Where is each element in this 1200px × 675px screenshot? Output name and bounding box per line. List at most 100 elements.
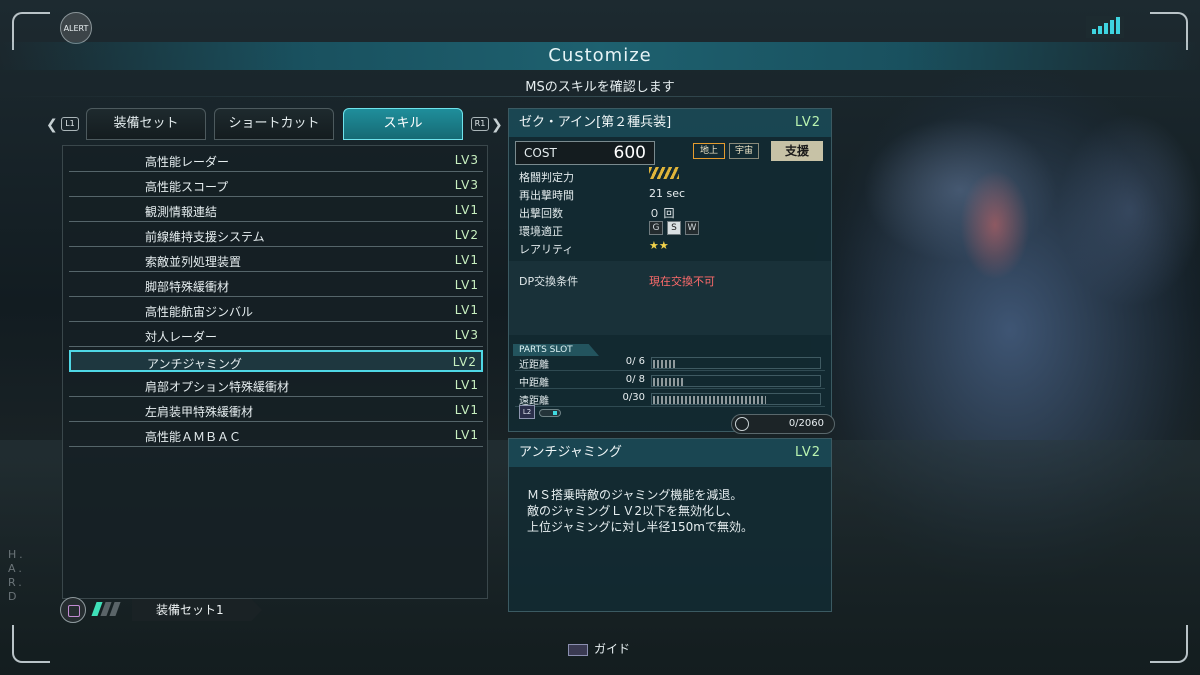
skill-name: 前線維持支援システム	[145, 230, 265, 244]
skill-name: アンチジャミング	[147, 357, 242, 371]
skill-row[interactable]: アンチジャミング LV2	[69, 350, 483, 372]
tab-next-arrow-icon[interactable]: ❯	[491, 117, 503, 133]
skill-level: LV1	[454, 403, 479, 417]
stat-label-melee: 格闘判定力	[519, 171, 574, 184]
l1-button[interactable]: L1	[61, 117, 79, 131]
skill-level: LV1	[454, 303, 479, 317]
terrain-ground-chip: 地上	[693, 143, 725, 159]
skill-level: LV2	[454, 228, 479, 242]
parts-range-label: 近距離	[519, 360, 549, 371]
skill-list: 高性能レーダー LV3 高性能スコープ LV3 観測情報連結 LV1 前線維持支援システム L…	[62, 145, 488, 599]
unit-name: ゼク・アイン[第２種兵装]	[519, 115, 672, 130]
l2-button[interactable]: L2	[519, 405, 535, 419]
frame-corner	[12, 625, 50, 663]
skill-row[interactable]: 高性能レーダー LV3	[69, 150, 483, 172]
parts-capacity-fill	[653, 360, 677, 368]
skill-row[interactable]: 対人レーダー LV3	[69, 325, 483, 347]
alert-indicator: ALERT	[60, 12, 92, 44]
skill-name: 脚部特殊緩衝材	[145, 280, 230, 294]
stat-label-respawn: 再出撃時間	[519, 189, 574, 202]
skill-name: 高性能航宙ジンバル	[145, 305, 254, 319]
melee-rank-icon	[649, 167, 679, 179]
mobile-suit-silhouette	[960, 170, 1030, 280]
skill-name: 高性能スコープ	[145, 180, 229, 194]
tab-equip-set[interactable]: 装備セット	[86, 108, 206, 140]
skill-name: 索敵並列処理装置	[145, 255, 242, 269]
skill-row[interactable]: 観測情報連結 LV1	[69, 200, 483, 222]
square-button-icon	[60, 597, 86, 623]
equip-set-bars	[91, 602, 126, 616]
skill-name: 高性能レーダー	[145, 155, 230, 169]
parts-capacity-bar	[651, 375, 821, 387]
parts-toggle[interactable]	[539, 409, 561, 417]
parts-slot-row: 遠距離 0/30	[515, 391, 825, 407]
parts-slot-row: 中距離 0/ 8	[515, 373, 825, 389]
skill-name: 左肩装甲特殊緩衝材	[145, 405, 254, 419]
skill-level: LV1	[454, 378, 479, 392]
parts-range-label: 中距離	[519, 378, 549, 389]
tab-skill[interactable]: スキル	[343, 108, 463, 140]
skill-level: LV1	[454, 203, 479, 217]
parts-capacity-fill	[653, 396, 766, 404]
parts-capacity-bar	[651, 357, 821, 369]
dp-label: DP交換条件	[519, 275, 579, 288]
skill-name: 肩部オプション特殊緩衝材	[145, 380, 290, 394]
skill-name: 対人レーダー	[145, 330, 218, 344]
skill-row[interactable]: 高性能スコープ LV3	[69, 175, 483, 197]
skill-row[interactable]: 前線維持支援システム LV2	[69, 225, 483, 247]
cost-value: 600	[613, 143, 646, 163]
skill-level: LV1	[454, 278, 479, 292]
parts-count: 0/30	[622, 392, 645, 403]
skill-description-line: 上位ジャミングに対し半径150mで無効。	[527, 520, 753, 534]
skill-level: LV3	[454, 178, 479, 192]
frame-corner	[1150, 625, 1188, 663]
weight-icon	[735, 417, 749, 431]
role-badge: 支援	[771, 141, 823, 161]
skill-row[interactable]: 高性能ＡＭＢＡＣ LV1	[69, 425, 483, 447]
signal-strength-icon	[1086, 16, 1124, 38]
skill-name: 観測情報連結	[145, 205, 218, 219]
terrain-space-chip: 宇宙	[729, 143, 759, 159]
stat-label-rarity: レアリティ	[519, 243, 574, 256]
stat-label-sorties: 出撃回数	[519, 207, 563, 220]
unit-level: LV2	[795, 115, 821, 130]
skill-level: LV2	[452, 355, 477, 369]
stat-value-rarity: ★★	[649, 239, 669, 252]
env-water-badge: W	[685, 221, 699, 235]
unit-header: ゼク・アイン[第２種兵装] LV2	[509, 109, 831, 137]
equip-set-indicator[interactable]: 装備セット1	[60, 597, 270, 623]
skill-name: 高性能ＡＭＢＡＣ	[145, 430, 242, 444]
stat-value-sorties: ０ 回	[649, 207, 675, 220]
guide-label: ガイド	[594, 642, 631, 656]
tab-prev-arrow-icon[interactable]: ❮	[46, 117, 58, 133]
skill-level: LV3	[454, 153, 479, 167]
tab-shortcut[interactable]: ショートカット	[214, 108, 334, 140]
stat-label-environment: 環境適正	[519, 225, 563, 238]
skill-detail-level: LV2	[795, 445, 821, 460]
skill-level: LV3	[454, 328, 479, 342]
parts-capacity-fill	[653, 378, 683, 386]
skill-description-line: 敵のジャミングＬＶ2以下を無効化し、	[527, 504, 739, 518]
page-title: Customize	[0, 42, 1200, 70]
skill-description-line: ＭＳ搭乗時敵のジャミング機能を減退。	[527, 488, 743, 502]
env-ground-badge: G	[649, 221, 663, 235]
weight-value: 0/2060	[788, 418, 824, 429]
skill-row[interactable]: 索敵並列処理装置 LV1	[69, 250, 483, 272]
parts-capacity-bar	[651, 393, 821, 405]
skill-row[interactable]: 肩部オプション特殊緩衝材 LV1	[69, 375, 483, 397]
weight-capacity: 0/2060	[731, 414, 835, 434]
skill-level: LV1	[454, 253, 479, 267]
equip-set-label: 装備セット1	[132, 599, 262, 621]
cost-label: COST	[524, 146, 557, 160]
skill-row[interactable]: 脚部特殊緩衝材 LV1	[69, 275, 483, 297]
skill-row[interactable]: 左肩装甲特殊緩衝材 LV1	[69, 400, 483, 422]
r1-button[interactable]: R1	[471, 117, 489, 131]
env-space-badge: S	[667, 221, 681, 235]
skill-level: LV1	[454, 428, 479, 442]
parts-slot-row: 近距離 0/ 6	[515, 355, 825, 371]
guide-button[interactable]: ガイド	[568, 640, 630, 657]
parts-count: 0/ 8	[625, 374, 645, 385]
cost-box: COST 600	[515, 141, 655, 165]
skill-detail-name: アンチジャミング	[519, 445, 622, 460]
skill-row[interactable]: 高性能航宙ジンバル LV1	[69, 300, 483, 322]
